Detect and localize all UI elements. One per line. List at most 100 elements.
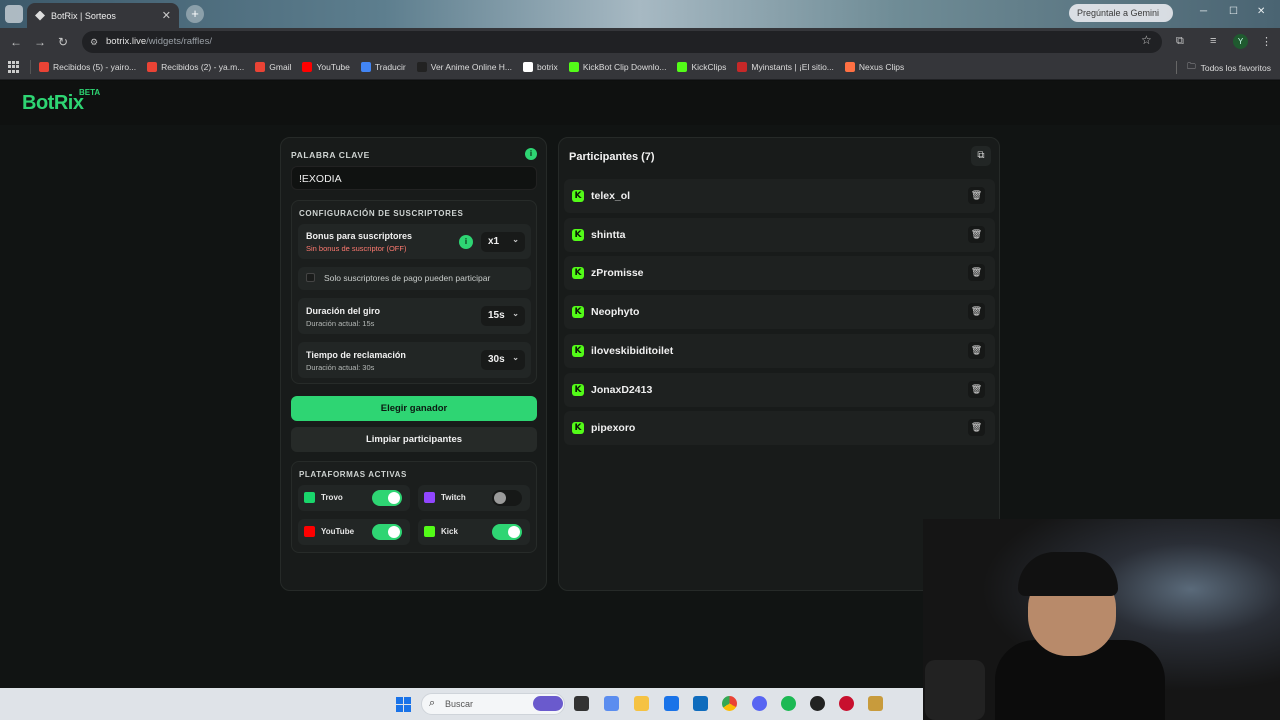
platform-name: Trovo bbox=[321, 493, 343, 502]
bookmark-favicon-icon bbox=[737, 62, 748, 72]
bookmark-favicon-icon bbox=[302, 62, 313, 72]
bookmark-item[interactable]: Recibidos (5) - yairo... bbox=[39, 62, 136, 72]
reload-icon[interactable]: ↻ bbox=[58, 35, 68, 49]
windows-start-icon[interactable] bbox=[396, 697, 411, 712]
participant-row: Ktelex_ol 🗑 bbox=[564, 179, 995, 213]
bookmark-item[interactable]: KickBot Clip Downlo... bbox=[568, 62, 666, 72]
gemini-button[interactable]: Pregúntale a Gemini bbox=[1069, 4, 1173, 22]
botrix-logo[interactable]: BotRix bbox=[22, 92, 84, 115]
bookmark-item[interactable]: KickClips bbox=[677, 62, 726, 72]
claim-time-select[interactable]: 30s ⌄ bbox=[481, 350, 525, 370]
copy-icon[interactable]: ⧉ bbox=[971, 146, 991, 166]
platform-name: Kick bbox=[441, 527, 458, 536]
media-controls-icon[interactable]: ≡ bbox=[1210, 35, 1216, 47]
minimize-icon[interactable]: ─ bbox=[1200, 6, 1207, 17]
bookmark-star-icon[interactable]: ☆ bbox=[1141, 33, 1152, 47]
kick-icon: K bbox=[572, 383, 584, 396]
bookmark-item[interactable]: YouTube bbox=[302, 62, 350, 72]
botrix-favicon-icon bbox=[35, 10, 45, 21]
platform-name: YouTube bbox=[321, 527, 355, 536]
trash-icon[interactable]: 🗑 bbox=[968, 380, 985, 398]
url-text: botrix.live/widgets/raffles/ bbox=[106, 36, 212, 47]
bookmark-label: Recibidos (5) - yairo... bbox=[53, 62, 137, 72]
trash-icon[interactable]: 🗑 bbox=[968, 264, 985, 282]
bonus-info-icon[interactable]: i bbox=[459, 235, 473, 249]
app-red-icon[interactable] bbox=[839, 696, 854, 711]
league-icon[interactable] bbox=[868, 696, 883, 711]
kick-icon: K bbox=[572, 344, 584, 357]
site-info-icon[interactable]: ⚙ bbox=[90, 37, 98, 48]
spin-duration-title: Duración del giro bbox=[306, 306, 381, 316]
claim-time-current: Duración actual: 30s bbox=[306, 363, 375, 372]
subscriber-bonus-status: Sin bonus de suscriptor (OFF) bbox=[306, 244, 407, 253]
bookmark-item[interactable]: Traducir bbox=[360, 62, 406, 72]
bookmark-item[interactable]: botrix bbox=[523, 62, 558, 72]
bookmark-favicon-icon bbox=[255, 62, 266, 72]
top-navigation: BotRix BETA bbox=[0, 81, 1280, 125]
subscriber-config-section: CONFIGURACIÓN DE SUSCRIPTORES Bonus para… bbox=[291, 200, 537, 384]
bonus-multiplier-select[interactable]: x1 ⌄ bbox=[481, 232, 525, 252]
spin-duration-select[interactable]: 15s ⌄ bbox=[481, 306, 525, 326]
outlook-icon[interactable] bbox=[693, 696, 708, 711]
platform-toggle[interactable] bbox=[492, 524, 522, 540]
task-view-icon[interactable] bbox=[574, 696, 589, 711]
platform-toggle[interactable] bbox=[372, 490, 402, 506]
keyword-input[interactable]: !EXODIA bbox=[291, 166, 537, 190]
menu-dots-icon[interactable]: ⋮ bbox=[1261, 35, 1272, 48]
back-icon[interactable]: ← bbox=[10, 35, 22, 49]
chrome-icon[interactable] bbox=[722, 696, 737, 711]
platform-youtube: YouTube bbox=[298, 519, 410, 545]
trash-icon[interactable]: 🗑 bbox=[968, 303, 985, 321]
platform-name: Twitch bbox=[441, 493, 466, 502]
bookmark-favicon-icon bbox=[360, 62, 371, 72]
bookmark-item[interactable]: Recibidos (2) - ya.m... bbox=[147, 62, 244, 72]
paid-subs-only-row[interactable]: Solo suscriptores de pago pueden partici… bbox=[298, 267, 531, 290]
bookmark-item[interactable]: Ver Anime Online H... bbox=[416, 62, 512, 72]
copilot-icon[interactable] bbox=[604, 696, 619, 711]
paid-subs-only-checkbox[interactable] bbox=[306, 273, 315, 282]
pick-winner-button[interactable]: Elegir ganador bbox=[291, 396, 537, 421]
trash-icon[interactable]: 🗑 bbox=[968, 225, 985, 243]
trash-icon[interactable]: 🗑 bbox=[968, 187, 985, 204]
paid-subs-only-label: Solo suscriptores de pago pueden partici… bbox=[324, 273, 491, 283]
claim-time-value: 30s bbox=[488, 354, 505, 365]
new-tab-button[interactable]: + bbox=[186, 5, 204, 23]
tab-close-icon[interactable]: ✕ bbox=[162, 9, 171, 22]
platform-trovo: Trovo bbox=[298, 485, 410, 511]
spotify-icon[interactable] bbox=[781, 696, 796, 711]
keyword-info-icon[interactable]: i bbox=[525, 148, 537, 160]
trash-icon[interactable]: 🗑 bbox=[968, 419, 985, 437]
browser-tab-active[interactable]: BotRix | Sorteos ✕ bbox=[27, 3, 179, 28]
window-close-icon[interactable]: ✕ bbox=[1257, 6, 1265, 17]
store-icon[interactable] bbox=[664, 696, 679, 711]
chevron-down-icon: ⌄ bbox=[512, 309, 519, 318]
tab-profile-icon[interactable] bbox=[5, 5, 23, 23]
widgets-icon[interactable] bbox=[533, 696, 563, 711]
obs-icon[interactable] bbox=[810, 696, 825, 711]
file-explorer-icon[interactable] bbox=[634, 696, 649, 711]
bookmark-item[interactable]: Nexus Clips bbox=[844, 62, 904, 72]
apps-grid-icon[interactable] bbox=[8, 61, 20, 73]
trash-icon[interactable]: 🗑 bbox=[968, 341, 985, 359]
bookmark-item[interactable]: Gmail bbox=[255, 62, 291, 72]
platform-toggle[interactable] bbox=[492, 490, 522, 506]
spin-duration-row: Duración del giro Duración actual: 15s 1… bbox=[298, 298, 531, 334]
raffle-settings-panel: PALABRA CLAVE i !EXODIA CONFIGURACIÓN DE… bbox=[280, 137, 547, 591]
discord-icon[interactable] bbox=[752, 696, 767, 711]
webcam-microphone bbox=[925, 660, 985, 720]
kick-icon: K bbox=[572, 422, 584, 435]
clear-participants-button[interactable]: Limpiar participantes bbox=[291, 427, 537, 452]
bookmark-favicon-icon bbox=[523, 62, 534, 72]
bookmark-item[interactable]: Myinstants | ¡El sitio... bbox=[737, 62, 834, 72]
forward-icon[interactable]: → bbox=[34, 35, 46, 49]
url-input[interactable]: ⚙ botrix.live/widgets/raffles/ bbox=[82, 31, 1162, 53]
profile-avatar[interactable]: Y bbox=[1233, 34, 1248, 49]
extensions-icon[interactable]: ⧉ bbox=[1176, 35, 1184, 48]
all-favorites-button[interactable]: 🗀 Todos los favoritos bbox=[1187, 61, 1271, 75]
bonus-multiplier-value: x1 bbox=[488, 236, 500, 247]
maximize-icon[interactable]: ☐ bbox=[1229, 6, 1238, 17]
bookmark-label: Myinstants | ¡El sitio... bbox=[751, 62, 834, 72]
participant-name: pipexoro bbox=[591, 422, 636, 435]
platform-toggle[interactable] bbox=[372, 524, 402, 540]
trovo-icon bbox=[304, 492, 315, 503]
